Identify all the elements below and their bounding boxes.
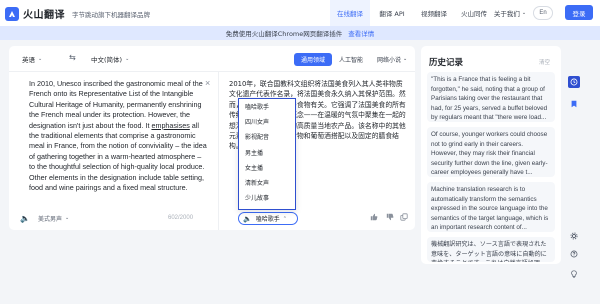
voice-option[interactable]: 少儿故事	[239, 190, 295, 205]
mode-label: 人工智能	[339, 56, 364, 64]
voice-option[interactable]: 嗑哈歌手	[239, 99, 295, 114]
mode-ai[interactable]: 人工智能	[332, 53, 370, 66]
voice-option[interactable]: 影视配音	[239, 129, 295, 144]
mode-web-novel[interactable]: 网络小说 ⌄	[370, 53, 414, 66]
chevron-up-icon: ⌃	[282, 215, 287, 222]
swap-languages-icon[interactable]: ⇆	[69, 53, 76, 62]
nav-translate-api[interactable]: 翻译 API	[372, 0, 412, 26]
source-voice-control[interactable]: 🔈 美式男声 ⌄	[20, 212, 69, 224]
banner-text: 免费使用火山翻译Chrome网页翻译插件	[225, 30, 343, 38]
history-item[interactable]: 機械翻訳研究は、ソース言語で表現された意味を、ターゲット言語の意味に自動的に変換…	[427, 237, 555, 262]
speaker-icon[interactable]: 🔈	[243, 215, 252, 223]
copy-icon[interactable]	[400, 213, 408, 223]
voice-option[interactable]: 男主播	[239, 145, 295, 160]
source-text-highlight: emphasises	[151, 120, 190, 130]
history-title: 历史记录	[429, 58, 464, 68]
target-language-select[interactable]: 中文(简体) ⌄	[91, 54, 129, 64]
lightbulb-icon[interactable]	[568, 268, 580, 280]
chevron-down-icon: ⌄	[403, 56, 408, 62]
thumbs-up-icon[interactable]	[370, 213, 378, 223]
voice-dropdown-menu: 嗑哈歌手 四川女声 影视配音 男主播 女主播 清新女声 少儿故事	[238, 98, 296, 210]
voice-option[interactable]: 四川女声	[239, 114, 295, 129]
thumbs-down-icon[interactable]	[386, 213, 394, 223]
pane-divider	[218, 72, 219, 230]
language-switch-button[interactable]: En	[533, 6, 553, 20]
language-toolbar: 英语 ⌄ ⇆ 中文(简体) ⌄ 通用领域 人工智能 网络小说 ⌄	[9, 46, 415, 72]
logo-icon	[5, 6, 19, 21]
login-button[interactable]: 登录	[565, 5, 593, 20]
voice-option[interactable]: 女主播	[239, 160, 295, 175]
source-language-label: 英语	[22, 56, 35, 64]
clear-text-icon[interactable]: ×	[205, 78, 210, 88]
promo-banner: 免费使用火山翻译Chrome网页翻译插件 查看详情	[0, 26, 600, 40]
logo-text: 火山翻译	[23, 10, 65, 21]
chevron-down-icon: ⌄	[38, 56, 43, 62]
history-item[interactable]: "This is a France that is feeling a bit …	[427, 72, 555, 122]
nav-label: 视频翻译	[421, 10, 447, 18]
target-language-label: 中文(简体)	[91, 56, 123, 64]
nav-about-us[interactable]: 关于我们 ⌄	[488, 0, 532, 26]
character-count: 602/2000	[168, 215, 194, 221]
nav-online-translate[interactable]: 在线翻译	[330, 0, 370, 26]
logo[interactable]: 火山翻译	[5, 6, 65, 21]
bookmark-icon[interactable]	[568, 98, 580, 110]
banner-details-link[interactable]: 查看详情	[348, 28, 374, 38]
nav-video-translate[interactable]: 视频翻译	[414, 0, 454, 26]
mode-general[interactable]: 通用领域	[294, 52, 333, 66]
history-panel: 历史记录 清空 "This is a France that is feelin…	[421, 46, 561, 264]
mode-label: 网络小说	[377, 56, 402, 64]
source-text-input[interactable]: In 2010, Unesco inscribed the gastronomi…	[29, 79, 209, 193]
domain-mode-group: 通用领域 人工智能 网络小说 ⌄	[294, 52, 414, 66]
slogan: 字节跳动旗下机器翻译品牌	[72, 11, 150, 19]
top-header: 火山翻译 字节跳动旗下机器翻译品牌 在线翻译 翻译 API 视频翻译 火山同传 …	[0, 0, 600, 26]
nav-simultaneous-interpretation[interactable]: 火山同传	[456, 0, 492, 26]
settings-gear-icon[interactable]	[568, 230, 580, 242]
voice-option[interactable]: 清新女声	[239, 175, 295, 190]
history-item[interactable]: Machine translation research is to autom…	[427, 182, 555, 232]
mode-label: 通用领域	[301, 56, 326, 64]
history-clear-button[interactable]: 清空	[539, 58, 550, 66]
help-icon[interactable]	[568, 248, 580, 260]
chevron-down-icon: ⌄	[64, 215, 70, 221]
target-voice-label: 嗑哈歌手	[255, 216, 280, 223]
target-voice-select[interactable]: 🔈 嗑哈歌手 ⌃	[238, 212, 298, 225]
source-language-select[interactable]: 英语 ⌄	[22, 54, 42, 64]
speaker-icon[interactable]: 🔈	[20, 214, 30, 223]
nav-label: 在线翻译	[337, 10, 363, 18]
history-clock-icon[interactable]	[568, 76, 580, 88]
chevron-down-icon: ⌄	[521, 10, 527, 16]
nav-label: 关于我们	[493, 10, 520, 18]
source-text-part: all the traditional elements that compri…	[29, 120, 207, 193]
nav-label: 火山同传	[461, 10, 487, 18]
nav-label: 翻译 API	[379, 10, 405, 18]
chevron-down-icon: ⌄	[125, 56, 130, 62]
history-item[interactable]: Of course, younger workers could choose …	[427, 127, 555, 177]
source-voice-label: 美式男声	[37, 215, 62, 223]
translation-card: 英语 ⌄ ⇆ 中文(简体) ⌄ 通用领域 人工智能 网络小说 ⌄ In 2010,…	[9, 46, 415, 230]
